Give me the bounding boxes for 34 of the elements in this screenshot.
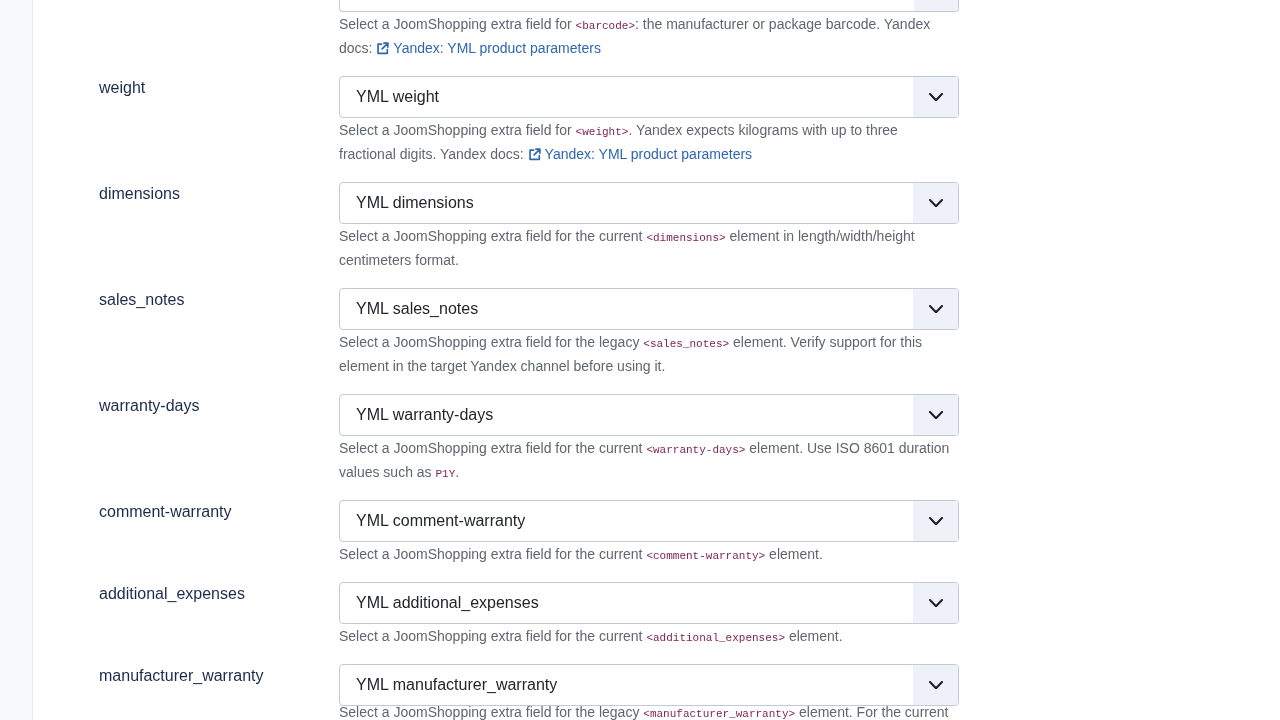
field-description: Select a JoomShopping extra field for the current <comment-warranty> element. [339, 545, 824, 564]
select-field[interactable]: YML dimensions [339, 182, 959, 224]
field-label: weight [99, 78, 146, 96]
field-label: manufacturer_warranty [99, 666, 264, 684]
field-label: warranty-days [99, 396, 200, 414]
field-label: sales_notes [99, 290, 185, 308]
select-field[interactable]: YML manufacturer_warranty [339, 664, 959, 706]
chevron-down-icon [928, 680, 943, 690]
chevron-down-icon [928, 410, 943, 420]
select-field[interactable]: YML weight [339, 76, 959, 118]
chevron-down-icon [928, 516, 943, 526]
chevron-down-icon [928, 198, 943, 208]
chevron-down-icon [928, 92, 943, 102]
docs-link[interactable]: Yandex: YML product parameters [376, 40, 601, 56]
external-link-icon [376, 42, 390, 55]
field-description: Select a JoomShopping extra field for the current <warranty-days> element. Use ISO 8601 duration values such as P1Y. [339, 439, 951, 482]
external-link-icon [527, 148, 541, 161]
select-field[interactable]: YML additional_expenses [339, 582, 959, 624]
select-field[interactable]: YML sales_notes [339, 288, 959, 330]
docs-link[interactable]: Yandex: YML product parameters [527, 146, 753, 162]
select-field[interactable]: YML warranty-days [339, 394, 959, 436]
field-description: Select a JoomShopping extra field for the legacy <sales_notes> element. Verify support for this element in the target Yandex channel before using it. [339, 333, 924, 376]
field-label: additional_expenses [99, 584, 245, 602]
chevron-down-icon [928, 598, 943, 608]
field-description: Select a JoomShopping extra field for <weight>. Yandex expects kilograms with up to three fractional digits. Yandex docs: Yandex: YML product parameters [339, 121, 899, 164]
field-label: comment-warranty [99, 502, 232, 520]
select-field[interactable] [339, 0, 959, 12]
field-description: Select a JoomShopping extra field for the legacy <manufacturer_warranty> element. For the current [339, 706, 950, 720]
field-description: Select a JoomShopping extra field for the current <dimensions> element in length/width/height centimeters format. [339, 227, 916, 270]
chevron-down-icon [928, 304, 943, 314]
select-field[interactable]: YML comment-warranty [339, 500, 959, 542]
field-description: Select a JoomShopping extra field for <barcode>: the manufacturer or package barcode. Yandex docs: Yandex: YML product parameters [339, 15, 932, 58]
field-description: Select a JoomShopping extra field for the current <additional_expenses> element. [339, 627, 844, 646]
field-label: dimensions [99, 184, 180, 202]
